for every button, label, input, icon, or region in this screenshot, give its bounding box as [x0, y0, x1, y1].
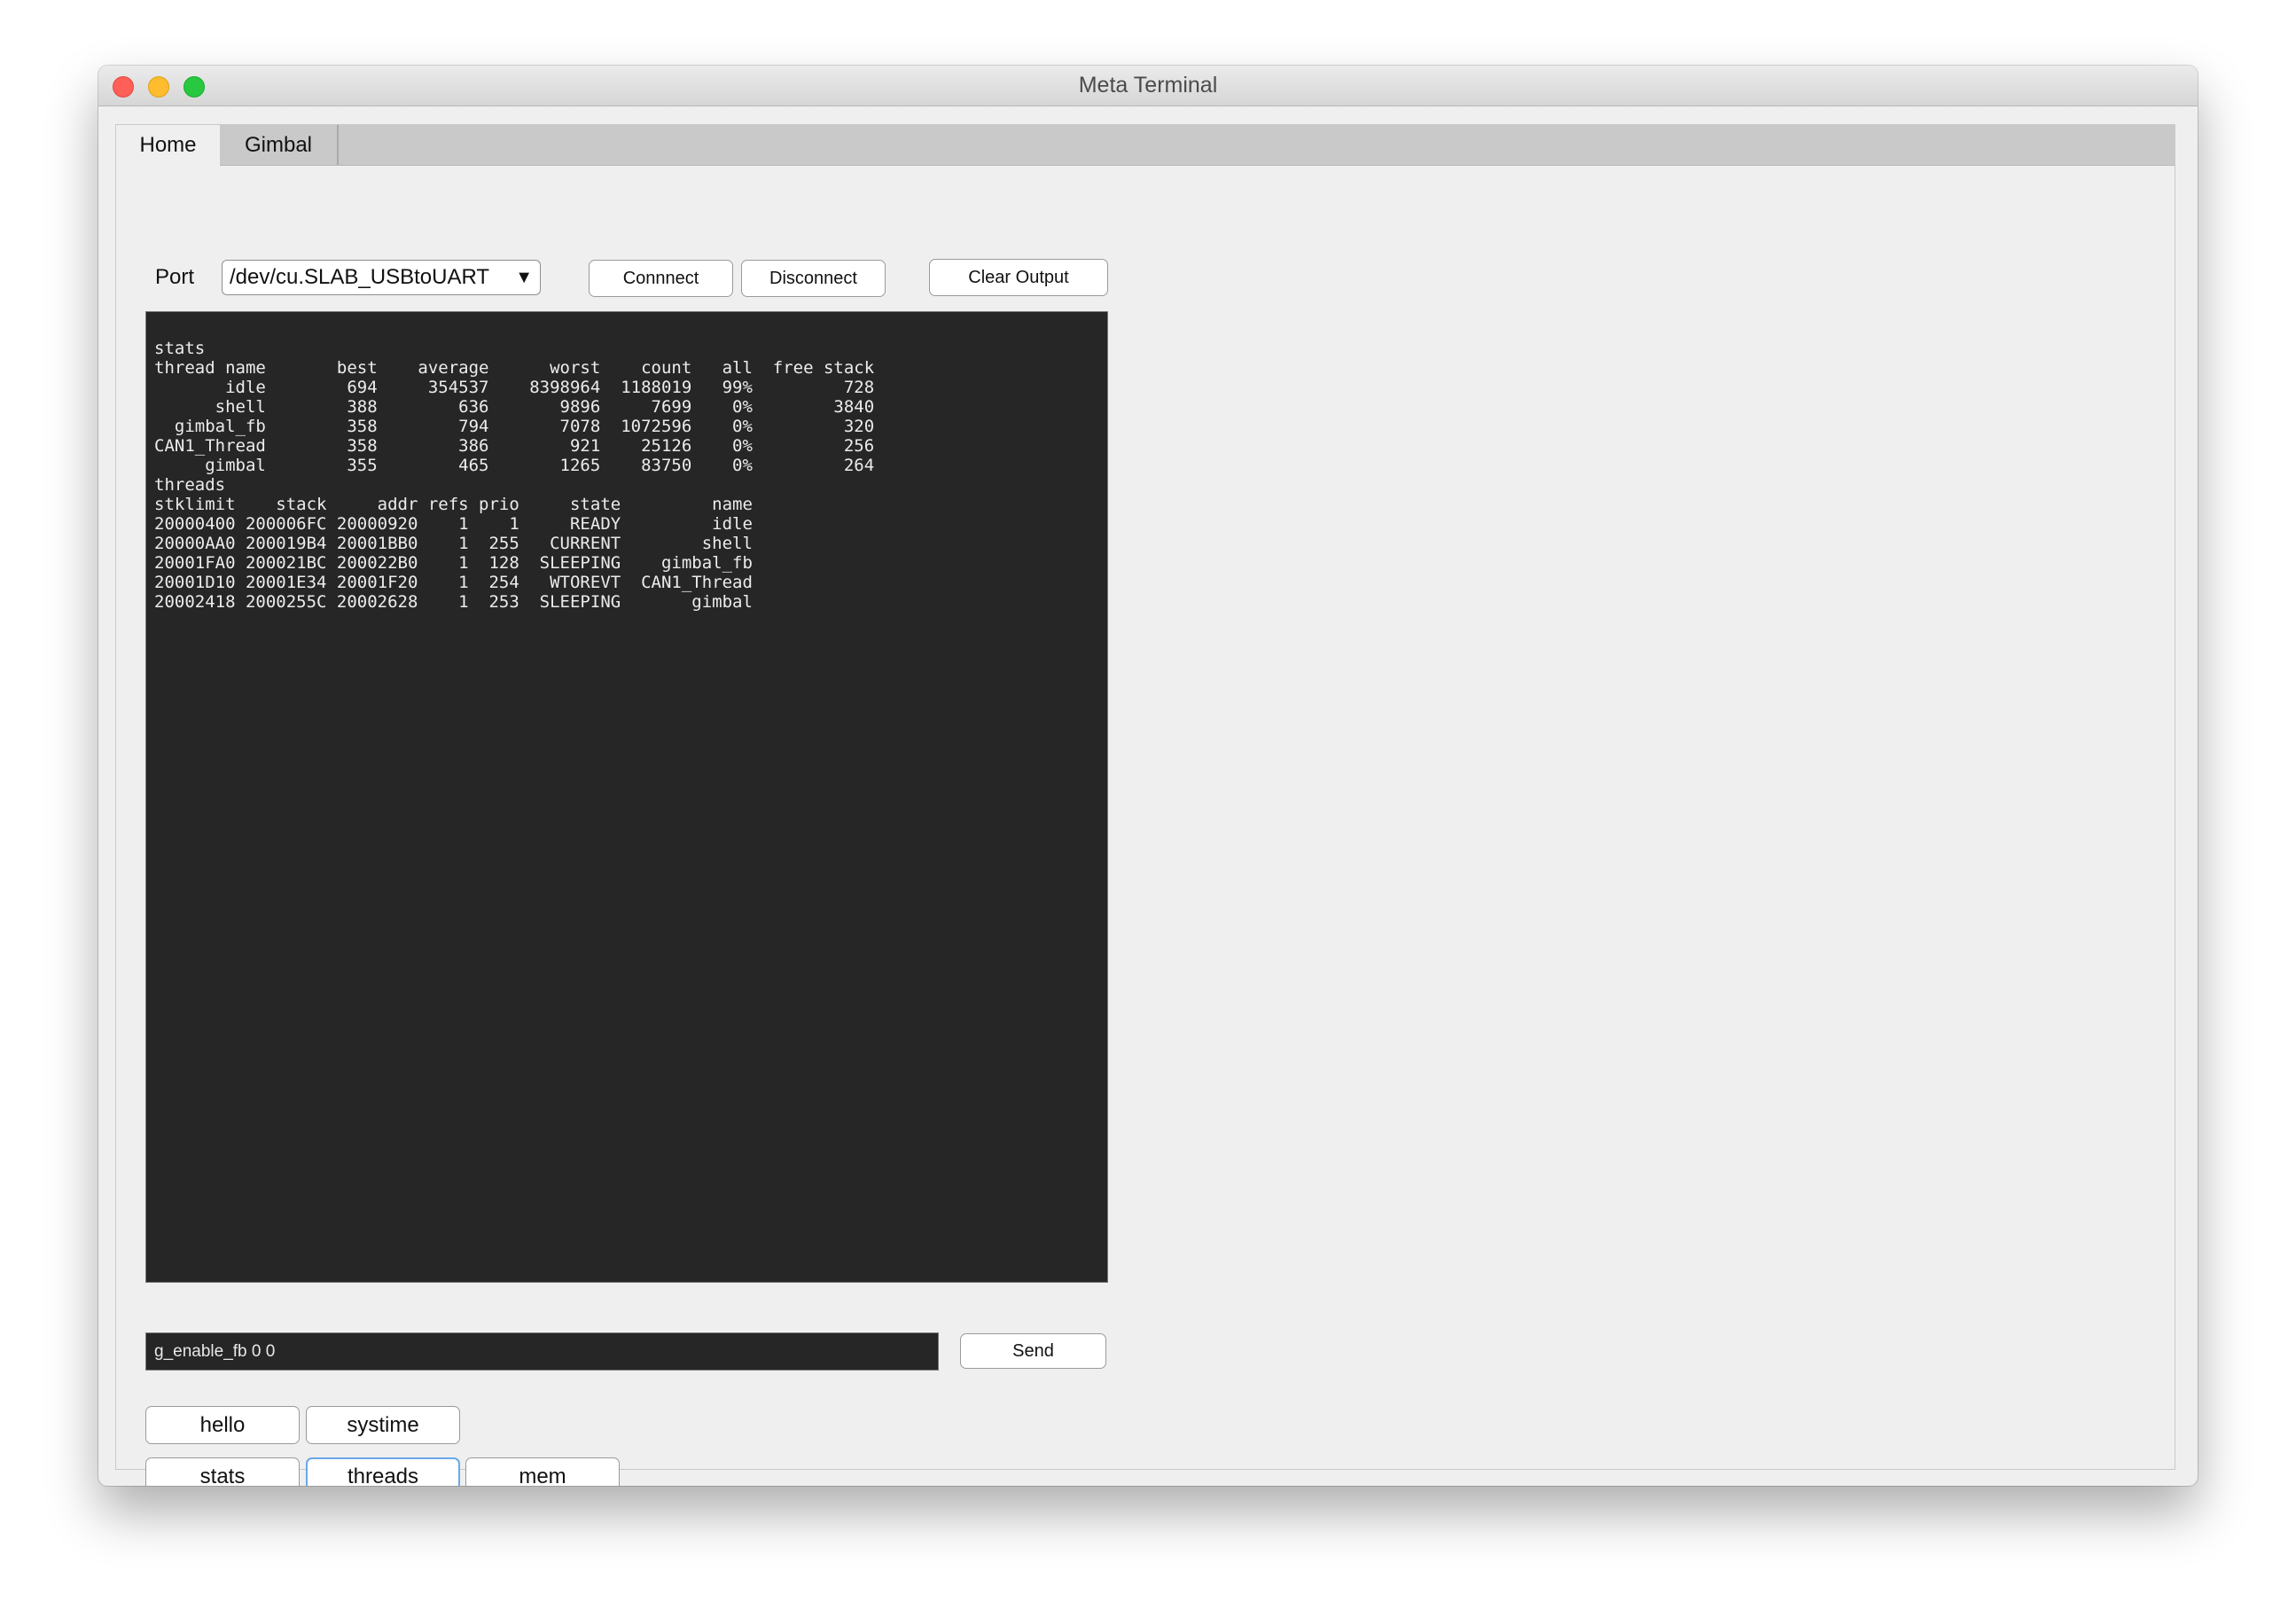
threads-button[interactable]: threads — [306, 1457, 460, 1486]
stats-button[interactable]: stats — [145, 1457, 300, 1486]
window-title: Meta Terminal — [1078, 73, 1218, 98]
port-label: Port — [155, 265, 195, 289]
tab-gimbal[interactable]: Gimbal — [220, 125, 339, 165]
chevron-down-icon: ▼ — [515, 268, 533, 287]
systime-button[interactable]: systime — [306, 1406, 460, 1444]
send-button[interactable]: Send — [960, 1333, 1106, 1369]
title-bar[interactable]: Meta Terminal — [98, 66, 2198, 106]
clear-output-button[interactable]: Clear Output — [929, 259, 1108, 296]
disconnect-button[interactable]: Disconnect — [741, 260, 886, 297]
tab-home[interactable]: Home — [116, 125, 220, 166]
port-select[interactable]: /dev/cu.SLAB_USBtoUART ▼ — [222, 260, 541, 295]
hello-button[interactable]: hello — [145, 1406, 300, 1444]
tab-bar: Home Gimbal — [116, 125, 2175, 166]
port-select-value: /dev/cu.SLAB_USBtoUART — [230, 265, 490, 289]
command-input[interactable]: g_enable_fb 0 0 — [145, 1332, 939, 1371]
mem-button[interactable]: mem — [465, 1457, 620, 1486]
terminal-text: stats thread name best average worst cou… — [154, 339, 875, 612]
terminal-output[interactable]: stats thread name best average worst cou… — [145, 311, 1108, 1283]
connect-button[interactable]: Connnect — [589, 260, 733, 297]
tab-content: Home Gimbal Port /dev/cu.SLAB_USBtoUART … — [115, 124, 2175, 1486]
app-window: Meta Terminal Home Gimbal Port /dev/cu.S… — [98, 66, 2198, 1486]
